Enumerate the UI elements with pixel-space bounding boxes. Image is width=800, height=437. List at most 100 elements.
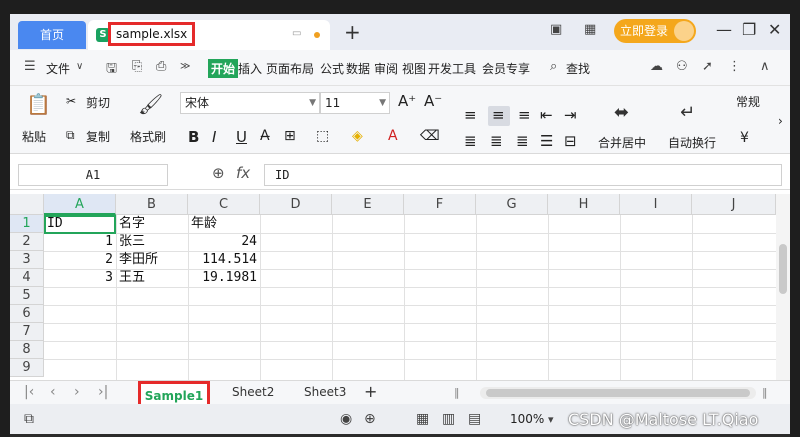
zoom-level[interactable]: 100% <box>510 412 544 426</box>
column-header-f[interactable]: F <box>404 194 476 215</box>
underline-icon[interactable]: U <box>236 128 247 146</box>
login-button[interactable]: 立即登录 <box>614 19 696 43</box>
currency-button[interactable]: ¥ <box>740 130 749 146</box>
tab-member[interactable]: 会员专享 <box>482 60 530 77</box>
send-icon[interactable]: ➚ <box>702 59 713 74</box>
cell-c4[interactable]: 19.1981 <box>188 269 260 287</box>
cloud-icon[interactable]: ☁ <box>650 59 663 74</box>
tab-list-icon[interactable]: ▣ <box>550 22 562 37</box>
format-painter-button[interactable]: 格式刷 <box>130 128 166 145</box>
cell-b2[interactable]: 张三 <box>116 233 188 251</box>
file-menu[interactable]: 文件 <box>46 60 70 77</box>
align-bottom-icon[interactable]: ≡ <box>518 106 531 124</box>
indent-decrease-icon[interactable]: ⇤ <box>540 106 553 124</box>
column-header-c[interactable]: C <box>188 194 260 215</box>
tab-view[interactable]: 视图 <box>402 60 426 77</box>
column-header-d[interactable]: D <box>260 194 332 215</box>
font-color-icon[interactable]: A <box>388 128 398 144</box>
close-icon[interactable]: ✕ <box>768 20 781 39</box>
align-left-icon[interactable]: ≣ <box>464 132 477 150</box>
new-tab-button[interactable]: + <box>344 20 361 44</box>
row-header-1[interactable]: 1 <box>10 215 44 233</box>
apps-grid-icon[interactable]: ▦ <box>584 22 596 37</box>
prev-sheet-icon[interactable]: ‹ <box>50 384 56 400</box>
wrap-text-button[interactable]: 自动换行 <box>668 134 716 151</box>
hamburger-icon[interactable]: ☰ <box>24 59 36 74</box>
print-icon[interactable]: ⎙ <box>156 59 166 74</box>
macro-record-icon[interactable]: ⧉ <box>24 411 34 427</box>
fx-icon[interactable]: fx <box>236 164 250 182</box>
export-pdf-icon[interactable]: ⎘ <box>132 59 142 74</box>
formula-input[interactable]: ID <box>264 164 782 186</box>
cell-c1[interactable]: 年龄 <box>188 215 260 233</box>
cell-b3[interactable]: 李田所 <box>116 251 188 269</box>
tab-splitter-icon[interactable]: ‖ <box>454 386 460 399</box>
font-shrink-icon[interactable]: A⁻ <box>424 92 442 110</box>
tab-home-start[interactable]: 开始 <box>208 59 239 78</box>
align-top-icon[interactable]: ≡ <box>464 106 477 124</box>
select-all-corner[interactable] <box>10 194 44 215</box>
add-sheet-button[interactable]: + <box>364 382 377 401</box>
indent-increase-icon[interactable]: ⇥ <box>564 106 577 124</box>
more-dots-icon[interactable]: ⋮ <box>728 59 741 74</box>
cell-style-icon[interactable]: ⬚ <box>316 128 329 144</box>
collapse-ribbon-icon[interactable]: ∧ <box>760 59 770 74</box>
wrap-text-icon[interactable]: ↵ <box>680 102 695 123</box>
language-icon[interactable]: ⊕ <box>364 411 376 427</box>
paste-icon[interactable]: 📋 <box>26 92 51 116</box>
save-icon[interactable]: 🖫 <box>106 59 117 81</box>
home-tab[interactable]: 首页 <box>18 21 86 49</box>
tab-review[interactable]: 审阅 <box>374 60 398 77</box>
sheet-tab-sheet3[interactable]: Sheet3 <box>304 385 346 399</box>
tab-developer[interactable]: 开发工具 <box>428 60 476 77</box>
column-header-g[interactable]: G <box>476 194 548 215</box>
column-header-j[interactable]: J <box>692 194 776 215</box>
cell-c3[interactable]: 114.514 <box>188 251 260 269</box>
eye-protect-icon[interactable]: ◉ <box>340 411 352 427</box>
row-header-7[interactable]: 7 <box>10 323 44 341</box>
italic-icon[interactable]: I <box>212 128 216 146</box>
column-header-h[interactable]: H <box>548 194 620 215</box>
ribbon-scroll-right-icon[interactable]: › <box>778 114 783 128</box>
cut-button[interactable]: 剪切 <box>86 94 110 111</box>
copy-button[interactable]: 复制 <box>86 128 110 145</box>
tab-data[interactable]: 数据 <box>346 60 370 77</box>
cell-a2[interactable]: 1 <box>44 233 116 251</box>
zoom-search-icon[interactable]: ⊕ <box>212 164 225 182</box>
strikethrough-icon[interactable]: A̶ <box>260 128 270 144</box>
tab-page-layout[interactable]: 页面布局 <box>266 60 314 77</box>
file-tab[interactable]: S sample.xlsx ▭ <box>88 20 330 50</box>
column-header-e[interactable]: E <box>332 194 404 215</box>
monitor-icon[interactable]: ▭ <box>292 28 301 39</box>
scissors-icon[interactable]: ✂ <box>66 94 76 108</box>
bold-icon[interactable]: B <box>188 128 199 146</box>
chevron-down-icon[interactable]: ∨ <box>76 61 83 72</box>
cell-c2[interactable]: 24 <box>188 233 260 251</box>
row-header-3[interactable]: 3 <box>10 251 44 269</box>
distributed-icon[interactable]: ⊟ <box>564 132 577 150</box>
column-header-b[interactable]: B <box>116 194 188 215</box>
next-sheet-icon[interactable]: › <box>74 384 80 400</box>
row-header-5[interactable]: 5 <box>10 287 44 305</box>
justify-icon[interactable]: ☰ <box>540 132 553 150</box>
search-label[interactable]: 查找 <box>566 60 590 77</box>
row-header-8[interactable]: 8 <box>10 341 44 359</box>
align-center-icon[interactable]: ≣ <box>490 132 503 150</box>
normal-view-icon[interactable]: ▦ <box>416 411 429 427</box>
horizontal-scrollbar[interactable] <box>480 387 756 399</box>
horizontal-scroll-thumb[interactable] <box>486 389 750 397</box>
merge-center-button[interactable]: 合并居中 <box>598 134 646 151</box>
page-layout-view-icon[interactable]: ▥ <box>442 411 455 427</box>
column-header-i[interactable]: I <box>620 194 692 215</box>
vertical-scroll-thumb[interactable] <box>779 244 787 294</box>
borders-icon[interactable]: ⊞ <box>284 128 296 144</box>
sheet-tab-sheet2[interactable]: Sheet2 <box>232 385 274 399</box>
more-arrow-icon[interactable]: ≫ <box>180 61 190 72</box>
cell-b1[interactable]: 名字 <box>116 215 188 233</box>
format-painter-icon[interactable]: 🖌 <box>138 92 163 116</box>
copy-icon[interactable]: ⧉ <box>66 128 75 143</box>
row-header-9[interactable]: 9 <box>10 359 44 377</box>
tab-formulas[interactable]: 公式 <box>320 60 344 77</box>
row-header-6[interactable]: 6 <box>10 305 44 323</box>
first-sheet-icon[interactable]: |‹ <box>24 384 34 400</box>
